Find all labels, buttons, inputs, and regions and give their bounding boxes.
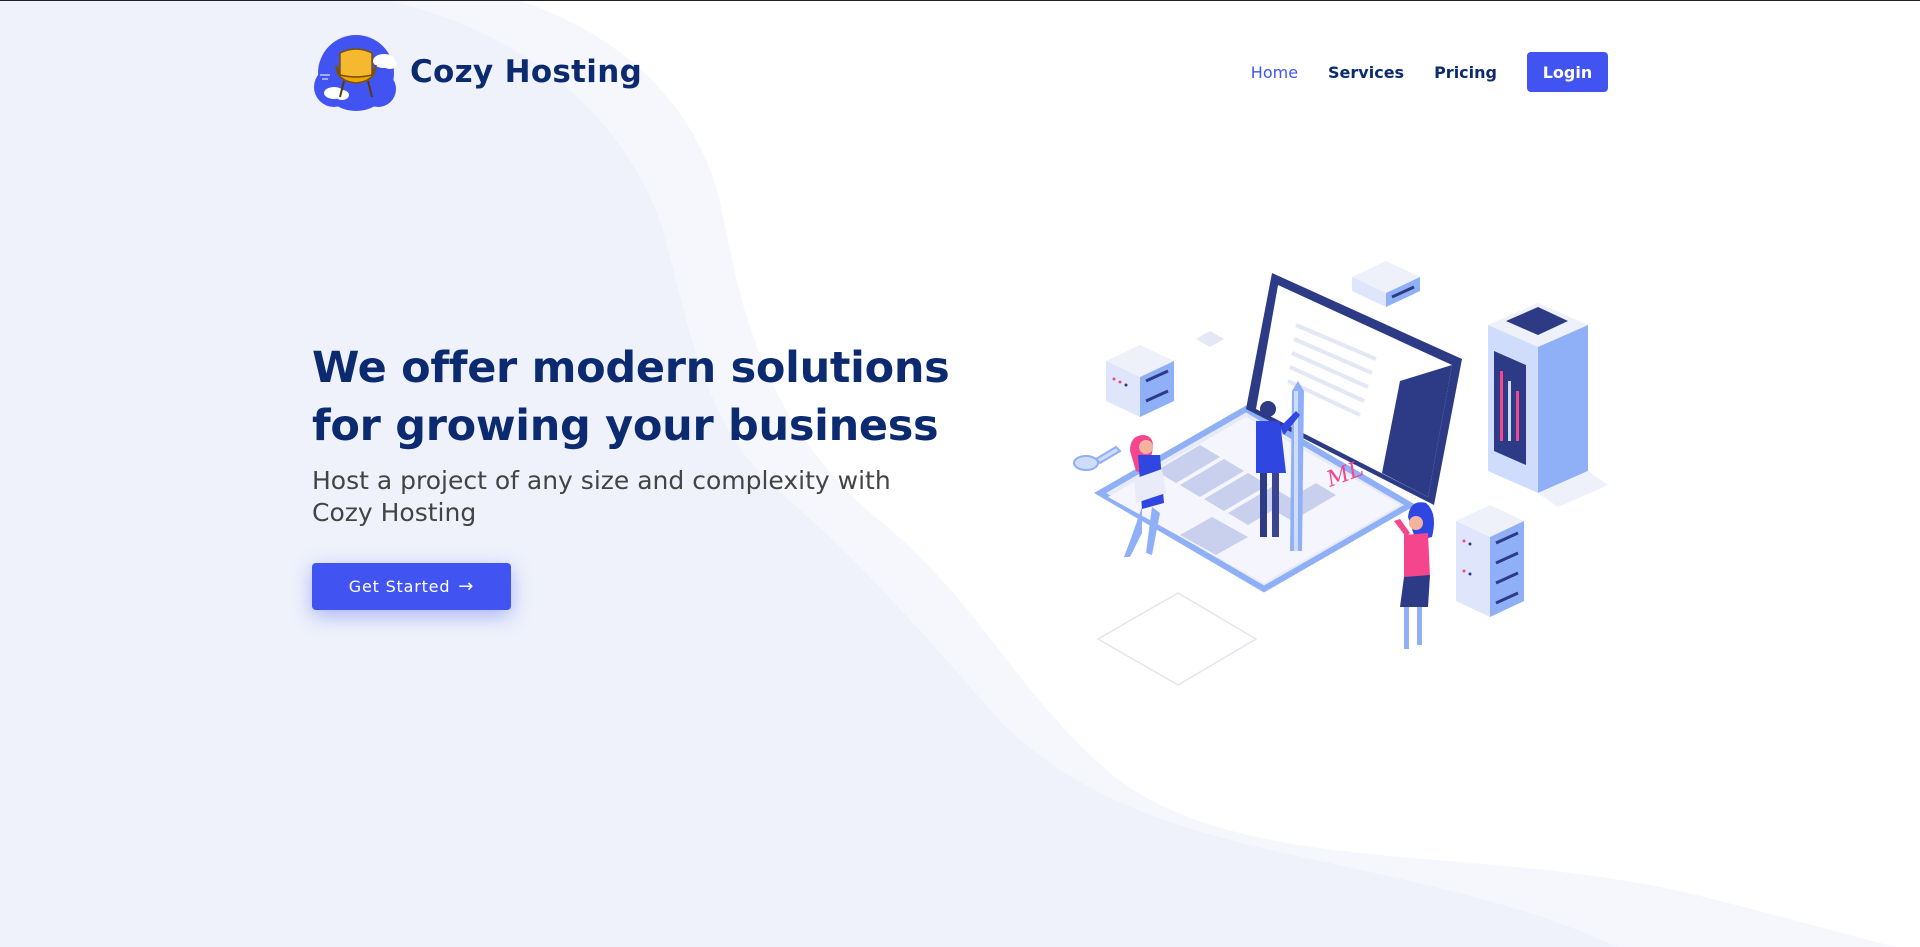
login-button[interactable]: Login <box>1527 52 1608 92</box>
nav-pricing-link[interactable]: Pricing <box>1434 63 1497 82</box>
nav-services-link[interactable]: Services <box>1328 63 1404 82</box>
background-waves <box>0 1 1896 947</box>
nav-home-link[interactable]: Home <box>1251 63 1298 82</box>
hero-text-block: We offer modern solutions for growing yo… <box>312 339 952 529</box>
get-started-button[interactable]: Get Started → <box>312 563 511 610</box>
cloud-armchair-logo-icon <box>314 35 397 111</box>
arrow-right-icon: → <box>458 576 475 597</box>
woman-standing-figure <box>1394 502 1434 649</box>
server-stack-left <box>1106 345 1174 417</box>
brand[interactable]: Cozy Hosting <box>312 31 642 113</box>
brand-name: Cozy Hosting <box>410 54 643 90</box>
hero-title-line-1: We offer modern solutions <box>312 343 950 393</box>
get-started-label: Get Started <box>348 577 451 596</box>
server-block-top <box>1352 261 1420 307</box>
key-icon <box>1073 445 1122 471</box>
hero-illustration: ML <box>1073 261 1608 686</box>
site-header: Cozy Hosting Home Services Pricing Login <box>312 31 1608 113</box>
server-stack-right <box>1456 505 1524 617</box>
hero-subtitle: Host a project of any size and complexit… <box>312 466 891 527</box>
hero-title-line-2: for growing your business <box>312 401 939 451</box>
page: Cozy Hosting Home Services Pricing Login… <box>0 0 1920 947</box>
main-nav: Home Services Pricing Login <box>1221 52 1608 92</box>
small-floor-tile <box>1196 331 1224 347</box>
hero-title: We offer modern solutions for growing yo… <box>312 339 952 455</box>
server-tower-right <box>1488 303 1608 507</box>
floor-tile-outline <box>1096 592 1258 686</box>
